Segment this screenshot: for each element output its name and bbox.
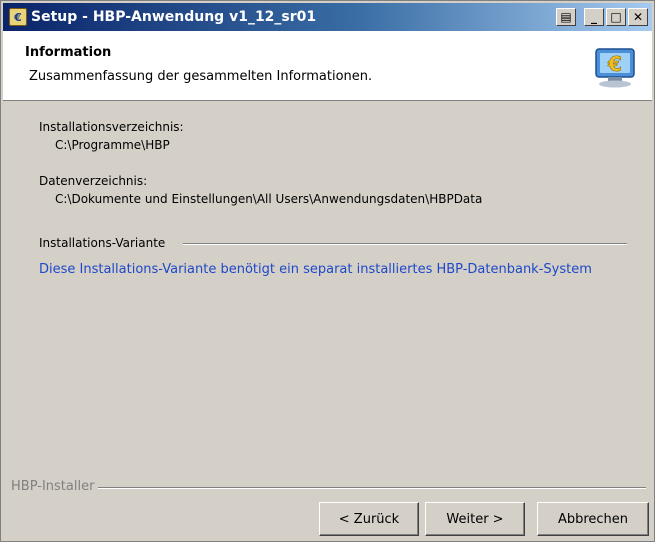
installer-label: HBP-Installer [11, 479, 95, 494]
window-title: Setup - HBP-Anwendung v1_12_sr01 [31, 9, 317, 25]
setup-window: € Setup - HBP-Anwendung v1_12_sr01 ▤ _ □… [0, 0, 655, 542]
cancel-button[interactable]: Abbrechen [537, 502, 649, 536]
back-button[interactable]: < Zurück [319, 502, 419, 536]
close-button[interactable]: ✕ [628, 8, 648, 26]
data-dir-label: Datenverzeichnis: [39, 174, 148, 188]
variant-group-label: Installations-Variante [39, 236, 166, 250]
variant-group-divider [183, 243, 627, 245]
euro-computer-icon: € [595, 48, 635, 88]
maximize-button[interactable]: □ [606, 8, 626, 26]
title-bar[interactable]: € Setup - HBP-Anwendung v1_12_sr01 ▤ _ □… [3, 3, 652, 31]
minimize-button[interactable]: _ [584, 8, 604, 26]
data-dir-value: C:\Dokumente und Einstellungen\All Users… [55, 192, 483, 206]
variant-notice: Diese Installations-Variante benötigt ei… [39, 262, 592, 277]
svg-text:€: € [607, 52, 622, 76]
header-panel: Information Zusammenfassung der gesammel… [3, 31, 652, 101]
install-dir-label: Installationsverzeichnis: [39, 120, 184, 134]
page-subtitle: Zusammenfassung der gesammelten Informat… [29, 69, 373, 84]
app-icon[interactable]: € [9, 8, 27, 26]
page-title: Information [25, 45, 112, 60]
print-icon[interactable]: ▤ [556, 8, 576, 26]
install-dir-value: C:\Programme\HBP [55, 138, 170, 152]
next-button[interactable]: Weiter > [425, 502, 525, 536]
footer-divider [98, 487, 646, 489]
